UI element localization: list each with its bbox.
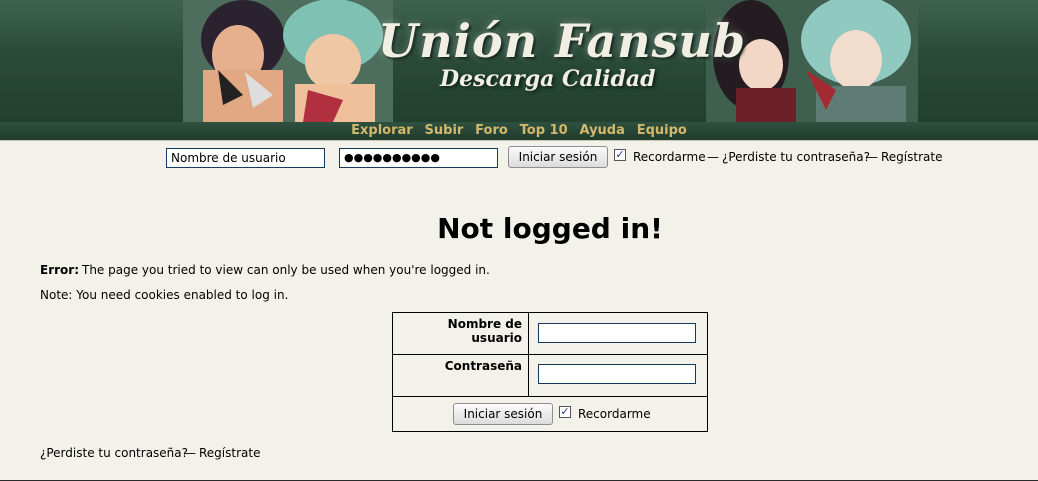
main-navigation: Explorar Subir Foro Top 10 Ayuda Equipo (0, 122, 1038, 141)
nav-foro-link[interactable]: Foro (475, 123, 508, 138)
error-label: Error: (40, 263, 79, 277)
forgot-password-link[interactable]: ¿Perdiste tu contraseña? (40, 446, 188, 460)
cookies-note: Note: You need cookies enabled to log in… (40, 288, 289, 302)
login-submit-cell: Iniciar sesión ✓ Recordarme (393, 397, 707, 431)
remember-me-checkbox[interactable]: ✓ (559, 406, 571, 418)
username-label: Nombre de usuario (447, 317, 522, 345)
site-banner: Unión Fansub Descarga Calidad (0, 0, 1038, 122)
remember-me-label: Recordarme (578, 407, 651, 421)
error-message: The page you tried to view can only be u… (82, 263, 490, 277)
login-form-table: Nombre de usuario Contraseña Iniciar ses… (392, 312, 708, 432)
site-title: Unión Fansub (378, 14, 747, 68)
password-input-cell (529, 355, 707, 397)
nav-top10-link[interactable]: Top 10 (520, 123, 568, 138)
username-input[interactable] (538, 323, 696, 343)
top-login-button[interactable]: Iniciar sesión (508, 146, 608, 168)
top-forgot-password-link[interactable]: ¿Perdiste tu contraseña? (722, 150, 870, 164)
login-button[interactable]: Iniciar sesión (453, 403, 553, 425)
nav-equipo-link[interactable]: Equipo (637, 123, 687, 138)
password-label-cell: Contraseña (393, 355, 529, 397)
nav-subir-link[interactable]: Subir (425, 123, 464, 138)
top-login-bar: Nombre de usuario ●●●●●●●●●● Iniciar ses… (0, 146, 1038, 170)
username-label-cell: Nombre de usuario (393, 313, 529, 355)
username-input-cell (529, 313, 707, 355)
page-heading: Not logged in! (437, 212, 663, 245)
top-register-link[interactable]: Regístrate (881, 150, 942, 164)
nav-ayuda-link[interactable]: Ayuda (579, 123, 624, 138)
site-subtitle: Descarga Calidad (440, 66, 656, 92)
top-separator-1: — (707, 150, 719, 164)
top-remember-checkbox[interactable]: ✓ (614, 149, 626, 161)
top-separator-2: — (866, 150, 878, 164)
banner-anime-art-left (183, 0, 393, 122)
top-password-input[interactable]: ●●●●●●●●●● (339, 148, 498, 168)
password-label: Contraseña (444, 359, 522, 373)
password-input[interactable] (538, 364, 696, 384)
register-link[interactable]: Regístrate (199, 446, 260, 460)
top-remember-label: Recordarme (633, 150, 706, 164)
footer-separator: — (184, 446, 196, 460)
top-username-input[interactable]: Nombre de usuario (166, 148, 325, 168)
nav-explorar-link[interactable]: Explorar (351, 123, 413, 138)
